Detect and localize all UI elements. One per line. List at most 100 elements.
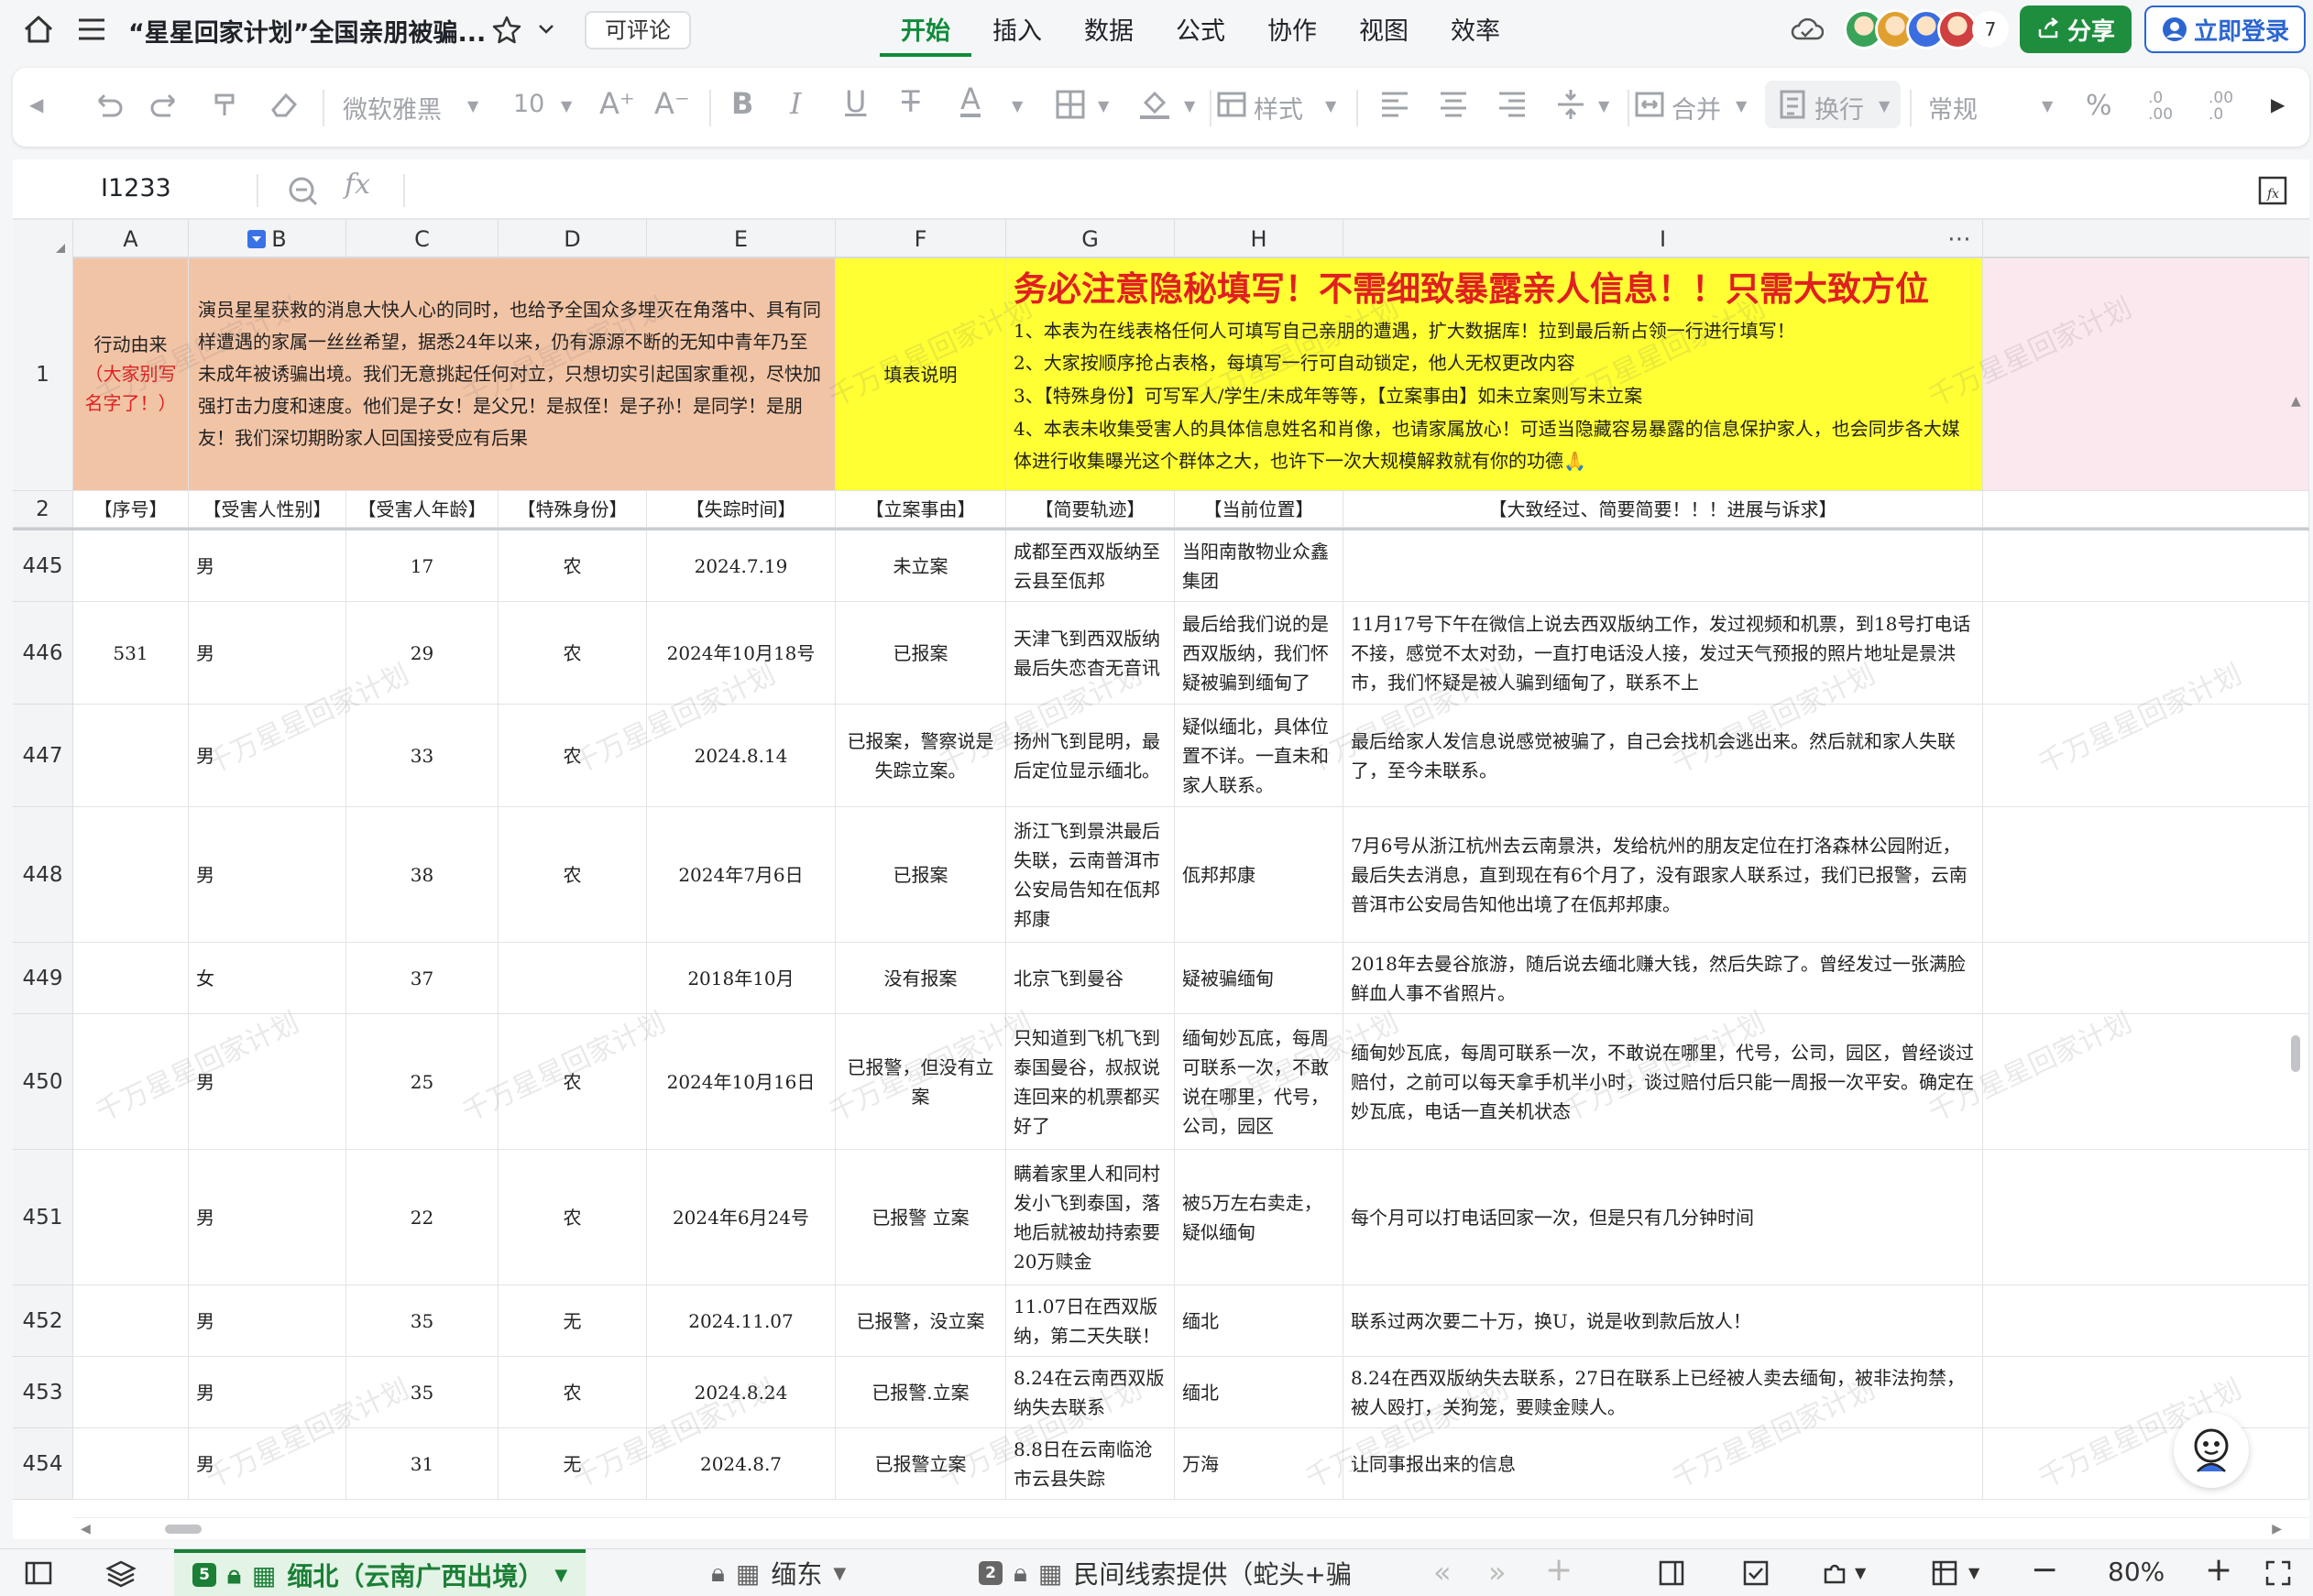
cell-empty[interactable] xyxy=(1983,807,2309,943)
column-header-c[interactable]: C xyxy=(346,220,499,258)
cell-track[interactable]: 8.24在云南西双版纳失去联系 xyxy=(1006,1357,1175,1428)
header-missing-time[interactable]: 【失踪时间】 xyxy=(647,491,836,528)
cell-detail[interactable]: 缅甸妙瓦底，每周可联系一次，不敢说在哪里，代号，公司，园区，曾经谈过赔付，之前可… xyxy=(1343,1014,1983,1150)
cell-j1[interactable] xyxy=(1983,258,2309,491)
cell-gender[interactable]: 男 xyxy=(189,807,346,943)
cell-detail[interactable]: 每个月可以打电话回家一次，但是只有几分钟时间 xyxy=(1343,1150,1983,1285)
cell-age[interactable]: 38 xyxy=(346,807,499,943)
sheet-tab[interactable]: 🔒︎ ▦ 缅东 ▼ xyxy=(696,1549,861,1596)
cell-gender[interactable]: 男 xyxy=(189,602,346,705)
cell-missing-time[interactable]: 2024年7月6日 xyxy=(647,807,836,943)
permission-badge[interactable]: 可评论 xyxy=(585,11,691,49)
cell-gender[interactable]: 男 xyxy=(189,1357,346,1428)
row-header[interactable]: 2 xyxy=(13,491,73,528)
cell-detail[interactable]: 2018年去曼谷旅游，随后说去缅北赚大钱，然后失踪了。曾经发过一张满脸鲜血人事不… xyxy=(1343,943,1983,1014)
row-header[interactable]: 449 xyxy=(13,943,73,1014)
cell-identity[interactable]: 农 xyxy=(499,807,647,943)
cell-age[interactable]: 37 xyxy=(346,943,499,1014)
cell-track[interactable]: 8.8日在云南临沧市云县失踪 xyxy=(1006,1428,1175,1500)
cell-seq[interactable] xyxy=(73,1150,189,1285)
align-right-icon[interactable] xyxy=(1494,86,1530,123)
tab-collab[interactable]: 协作 xyxy=(1246,9,1338,57)
cell-seq[interactable] xyxy=(73,1014,189,1150)
cell-age[interactable]: 35 xyxy=(346,1285,499,1357)
cell-missing-time[interactable]: 2024年10月16日 xyxy=(647,1014,836,1150)
cell-identity[interactable]: 农 xyxy=(499,705,647,807)
font-name-select[interactable]: 微软雅黑 xyxy=(343,90,442,126)
chevron-down-icon[interactable]: ▼ xyxy=(833,1564,846,1583)
fill-color-icon[interactable] xyxy=(1136,86,1173,123)
chevron-down-icon[interactable] xyxy=(535,20,557,38)
wrap-text-icon[interactable] xyxy=(1774,86,1811,123)
layers-icon[interactable] xyxy=(104,1557,137,1590)
row-header[interactable]: 450 xyxy=(13,1014,73,1150)
vertical-scrollbar[interactable]: ▲ xyxy=(2287,394,2308,1512)
plugin-icon[interactable] xyxy=(1818,1557,1851,1590)
cell-case-status[interactable]: 已报警，没立案 xyxy=(836,1285,1006,1357)
cell-location[interactable]: 缅甸妙瓦底，每周可联系一次，不敢说在哪里，代号，公司，园区 xyxy=(1175,1014,1343,1150)
cell-missing-time[interactable]: 2024年10月18号 xyxy=(647,602,836,705)
cell-case-status[interactable]: 未立案 xyxy=(836,530,1006,602)
cell-a1[interactable]: 行动由来 （大家别写名字了！） xyxy=(73,258,189,491)
cell-location[interactable]: 最后给我们说的是西双版纳，我们怀疑被骗到缅甸了 xyxy=(1175,602,1343,705)
cell-age[interactable]: 17 xyxy=(346,530,499,602)
cell-seq[interactable] xyxy=(73,1285,189,1357)
chevron-down-icon[interactable]: ▼ xyxy=(1325,97,1336,115)
cell-empty[interactable] xyxy=(1983,1014,2309,1150)
column-header-e[interactable]: E xyxy=(647,220,836,258)
cell-seq[interactable] xyxy=(73,807,189,943)
scroll-left-icon[interactable]: ◀ xyxy=(29,93,43,115)
header-location[interactable]: 【当前位置】 xyxy=(1175,491,1343,528)
cell-j2[interactable] xyxy=(1983,491,2309,528)
cell-seq[interactable] xyxy=(73,530,189,602)
star-icon[interactable] xyxy=(491,15,522,44)
cell-seq[interactable] xyxy=(73,1357,189,1428)
home-icon[interactable] xyxy=(20,13,57,46)
style-menu[interactable]: 样式 xyxy=(1254,90,1303,126)
cell-empty[interactable] xyxy=(1983,1285,2309,1357)
cell-identity[interactable]: 无 xyxy=(499,1428,647,1500)
chevron-down-icon[interactable]: ▼ xyxy=(554,1566,567,1585)
cell-case-status[interactable]: 已报警，但没有立案 xyxy=(836,1014,1006,1150)
chevron-down-icon[interactable]: ▼ xyxy=(1012,97,1023,115)
column-header-d[interactable]: D xyxy=(499,220,647,258)
chevron-down-icon[interactable]: ▼ xyxy=(1098,97,1109,115)
cell-case-status[interactable]: 已报警立案 xyxy=(836,1428,1006,1500)
row-header[interactable]: 1 xyxy=(13,258,73,491)
cell-track[interactable]: 天津飞到西双版纳最后失恋杳无音讯 xyxy=(1006,602,1175,705)
cell-missing-time[interactable]: 2024.7.19 xyxy=(647,530,836,602)
undo-icon[interactable] xyxy=(90,86,126,123)
menu-icon[interactable] xyxy=(75,15,108,44)
cell-seq[interactable]: 531 xyxy=(73,602,189,705)
percent-icon[interactable]: % xyxy=(2086,90,2112,122)
chevron-down-icon[interactable]: ▼ xyxy=(1879,97,1890,115)
filter-icon[interactable] xyxy=(247,230,267,248)
checklist-icon[interactable] xyxy=(1739,1557,1772,1590)
login-button[interactable]: 立即登录 xyxy=(2144,5,2306,53)
cell-track[interactable]: 扬州飞到昆明，最后定位显示缅北。 xyxy=(1006,705,1175,807)
cell-missing-time[interactable]: 2024.8.7 xyxy=(647,1428,836,1500)
sheet-tab[interactable]: 2 🔒︎ ▦ 民间线索提供（蛇头+骗 xyxy=(964,1549,1366,1596)
scroll-right-icon[interactable]: ▶ xyxy=(2272,1522,2282,1536)
cell-location[interactable]: 疑似缅北，具体位置不详。一直未和家人联系。 xyxy=(1175,705,1343,807)
cell-track[interactable]: 北京飞到曼谷 xyxy=(1006,943,1175,1014)
cell-empty[interactable] xyxy=(1983,1150,2309,1285)
select-all-corner[interactable] xyxy=(13,220,73,258)
cell-identity[interactable]: 农 xyxy=(499,1014,647,1150)
cell-case-status[interactable]: 已报案 xyxy=(836,602,1006,705)
align-center-icon[interactable] xyxy=(1435,86,1472,123)
cell-track[interactable]: 浙江飞到景洪最后失联，云南普洱市公安局告知在佤邦邦康 xyxy=(1006,807,1175,943)
cell-empty[interactable] xyxy=(1983,943,2309,1014)
cell-f1[interactable]: 填表说明 xyxy=(836,258,1006,491)
spreadsheet-grid[interactable]: A B C D E F G H I ⋯ 1 行动由来 （大家别写名字了！） 演员星… xyxy=(13,220,2309,1539)
horizontal-scrollbar[interactable]: ◀ ▶ xyxy=(73,1517,2309,1539)
column-header-i[interactable]: I ⋯ xyxy=(1343,220,1983,258)
cell-gender[interactable]: 男 xyxy=(189,530,346,602)
tab-insert[interactable]: 插入 xyxy=(971,9,1063,57)
cell-empty[interactable] xyxy=(1983,530,2309,602)
cell-age[interactable]: 31 xyxy=(346,1428,499,1500)
cell-location[interactable]: 被5万左右卖走，疑似缅甸 xyxy=(1175,1150,1343,1285)
eraser-icon[interactable] xyxy=(266,86,302,123)
header-age[interactable]: 【受害人年龄】 xyxy=(346,491,499,528)
font-size-select[interactable]: 10 xyxy=(513,90,544,118)
